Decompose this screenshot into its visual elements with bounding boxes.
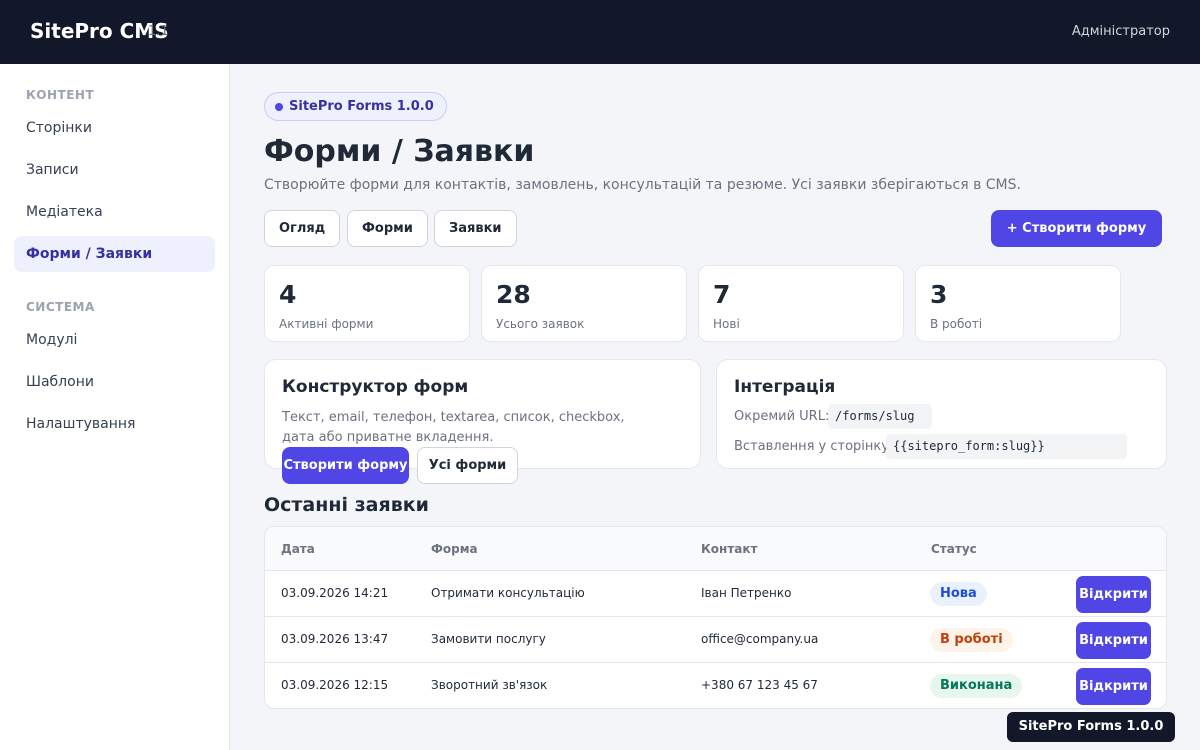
status-badge: Нова (930, 582, 987, 606)
stat-card-in-progress: 3 В роботі (915, 265, 1121, 342)
stat-card-active-forms: 4 Активні форми (264, 265, 470, 342)
cell-form: Замовити послугу (431, 632, 546, 646)
recent-submissions-title: Останні заявки (264, 494, 429, 516)
column-header-date: Дата (281, 542, 315, 556)
card-title: Конструктор форм (282, 377, 469, 397)
stat-label: Нові (713, 317, 740, 331)
separate-url-label: Окремий URL: (734, 409, 830, 424)
sidebar-group-system: СИСТЕМА (26, 300, 95, 314)
card-title: Інтеграція (734, 377, 836, 397)
stat-value: 7 (713, 280, 731, 309)
open-submission-button[interactable]: Відкрити (1076, 622, 1151, 659)
stat-value: 3 (930, 280, 948, 309)
status-badge: В роботі (930, 628, 1013, 652)
url-code-chip[interactable]: /forms/slug (828, 404, 932, 429)
column-header-form: Форма (431, 542, 478, 556)
card-description: Текст, email, телефон, textarea, список,… (282, 410, 625, 445)
cell-contact: office@company.ua (701, 632, 819, 646)
sidebar-item-settings[interactable]: Налаштування (14, 406, 215, 442)
footer-version-badge: SitePro Forms 1.0.0 (1007, 712, 1175, 742)
sidebar-item-media[interactable]: Медіатека (14, 194, 215, 230)
embed-code-chip[interactable]: {{sitepro_form:slug}} (886, 434, 1127, 459)
open-submission-button[interactable]: Відкрити (1076, 668, 1151, 705)
table-header: Дата Форма Контакт Статус (265, 527, 1166, 571)
tab-forms[interactable]: Форми (347, 210, 428, 247)
sidebar-item-templates[interactable]: Шаблони (14, 364, 215, 400)
tab-overview[interactable]: Огляд (264, 210, 341, 247)
stat-value: 28 (496, 280, 531, 309)
cell-form: Отримати консультацію (431, 586, 585, 600)
module-version-badge: SitePro Forms 1.0.0 (264, 92, 447, 121)
create-form-button[interactable]: + Створити форму (991, 210, 1162, 247)
open-submission-button[interactable]: Відкрити (1076, 576, 1151, 613)
cell-contact: Іван Петренко (701, 586, 792, 600)
sidebar-item-posts[interactable]: Записи (14, 152, 215, 188)
status-badge: Виконана (930, 674, 1023, 698)
column-header-contact: Контакт (701, 542, 758, 556)
stat-label: В роботі (930, 317, 983, 331)
cell-date: 03.09.2026 12:15 (281, 678, 389, 692)
stat-value: 4 (279, 280, 297, 309)
sidebar-item-modules[interactable]: Модулі (14, 322, 215, 358)
cell-contact: +380 67 123 45 67 (701, 678, 818, 692)
table-row[interactable]: 03.09.2026 14:21 Отримати консультацію І… (265, 571, 1166, 617)
tab-submissions[interactable]: Заявки (434, 210, 517, 247)
top-bar: SitePro CMS 1.1 Адміністратор (0, 0, 1200, 64)
cell-form: Зворотний зв'язок (431, 678, 548, 692)
all-forms-button[interactable]: Усі форми (417, 447, 518, 484)
stat-card-total-submissions: 28 Усього заявок (481, 265, 687, 342)
sidebar: КОНТЕНТ Сторінки Записи Медіатека Форми … (0, 64, 230, 750)
submissions-table: Дата Форма Контакт Статус 03.09.2026 14:… (264, 526, 1167, 709)
column-header-status: Статус (931, 542, 977, 556)
cell-date: 03.09.2026 14:21 (281, 586, 389, 600)
table-row[interactable]: 03.09.2026 13:47 Замовити послугу office… (265, 617, 1166, 663)
stat-label: Усього заявок (496, 317, 585, 331)
table-row[interactable]: 03.09.2026 12:15 Зворотний зв'язок +380 … (265, 663, 1166, 708)
sidebar-item-pages[interactable]: Сторінки (14, 110, 215, 146)
sidebar-group-content: КОНТЕНТ (26, 88, 95, 102)
page-title: Форми / Заявки (264, 134, 535, 169)
current-user[interactable]: Адміністратор (1072, 24, 1170, 39)
stat-card-new: 7 Нові (698, 265, 904, 342)
page-subtitle: Створюйте форми для контактів, замовлень… (264, 177, 1021, 193)
embed-label: Вставлення у сторінку: (734, 439, 894, 454)
integration-card: Інтеграція Окремий URL: Вставлення у сто… (716, 359, 1167, 469)
sidebar-item-forms[interactable]: Форми / Заявки (14, 236, 215, 272)
cell-date: 03.09.2026 13:47 (281, 632, 389, 646)
module-version-label: SitePro Forms 1.0.0 (289, 99, 434, 114)
status-dot-icon (275, 103, 283, 111)
stat-label: Активні форми (279, 317, 374, 331)
builder-create-form-button[interactable]: Створити форму (282, 447, 409, 484)
brand-version: 1.1 (148, 24, 169, 39)
